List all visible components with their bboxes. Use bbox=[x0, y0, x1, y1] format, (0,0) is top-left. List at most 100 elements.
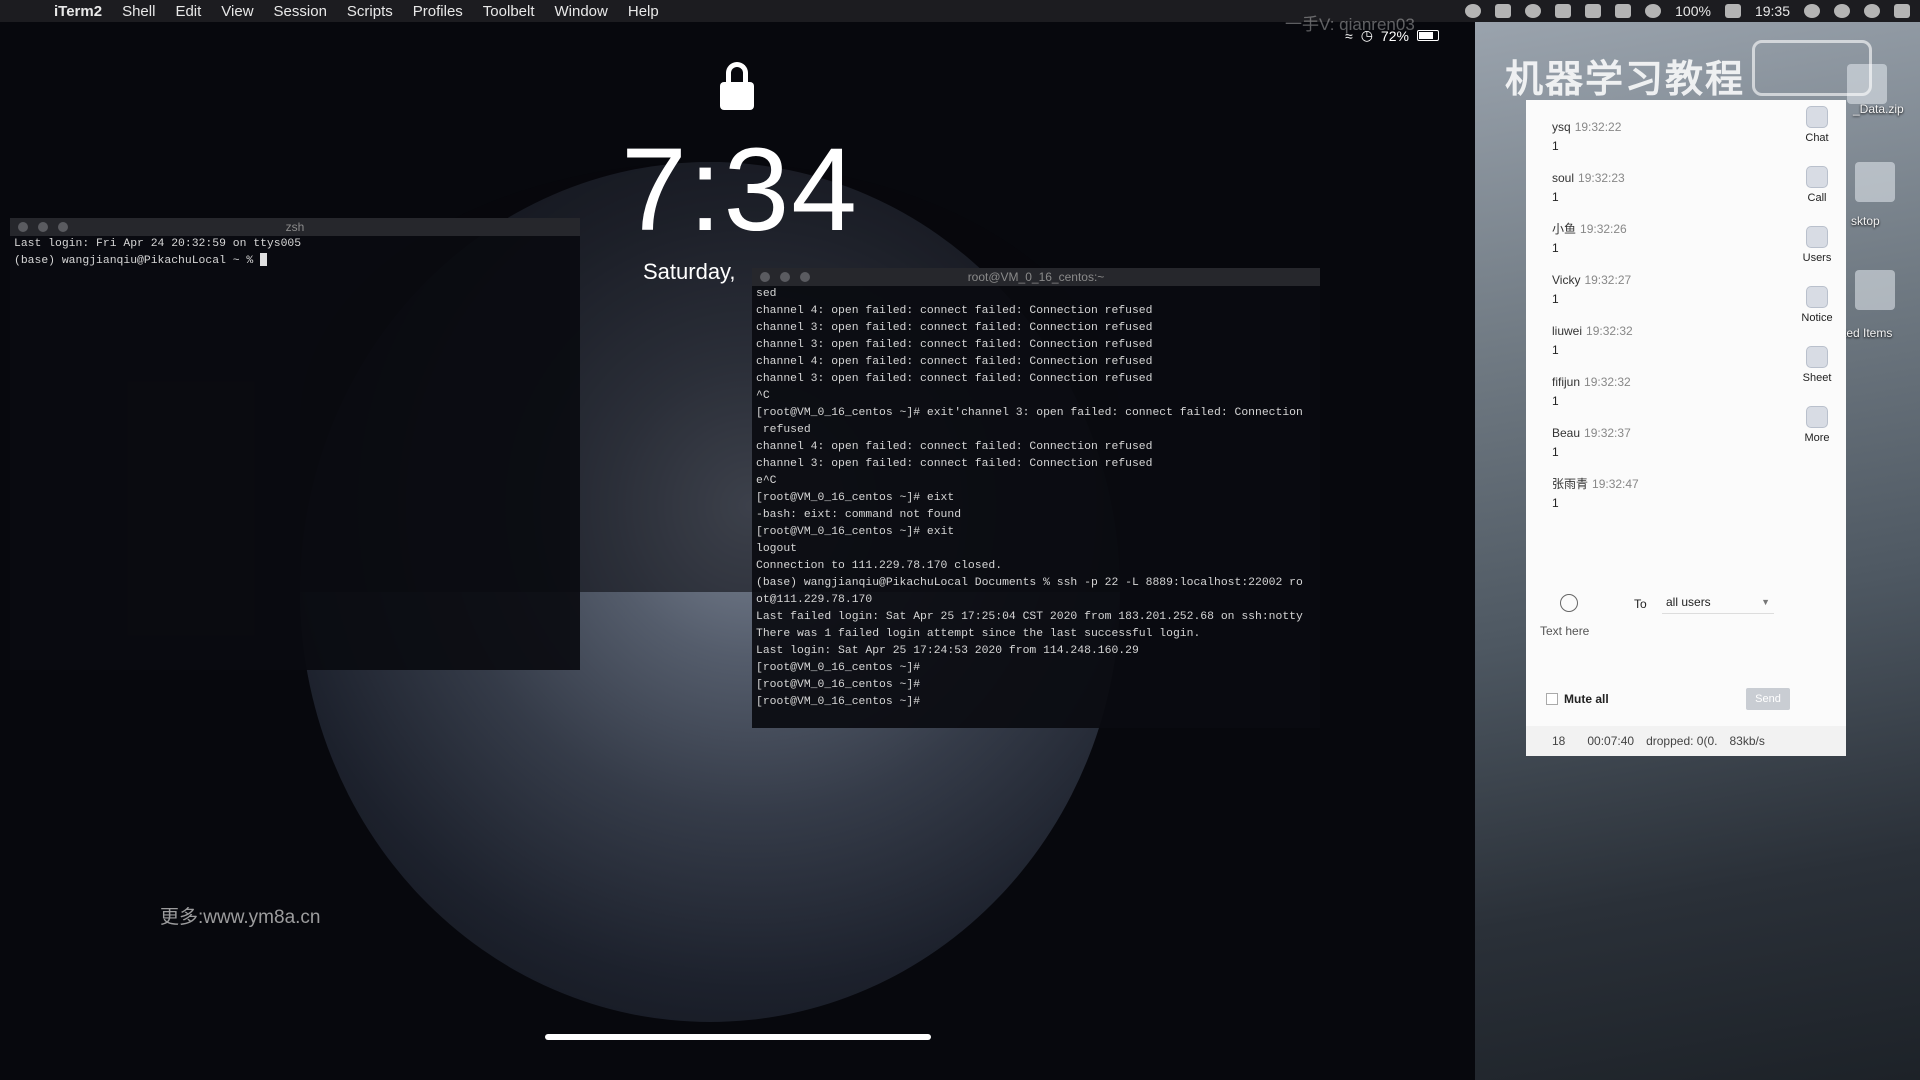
terminal-output[interactable]: sed channel 4: open failed: connect faile… bbox=[752, 286, 1320, 711]
stats-bar: 18 00:07:40 dropped: 0(0. 83kb/s bbox=[1526, 726, 1846, 756]
users-tab-button[interactable]: Users bbox=[1788, 220, 1846, 280]
window-controls bbox=[760, 272, 810, 282]
bandwidth: 83kb/s bbox=[1729, 734, 1765, 748]
close-button[interactable] bbox=[18, 222, 28, 232]
terminal-window-ssh[interactable]: root@VM_0_16_centos:~ sed channel 4: open… bbox=[752, 268, 1320, 728]
recipient-value: all users bbox=[1666, 595, 1711, 609]
prompt-text: (base) wangjianqiu@PikachuLocal ~ % bbox=[14, 255, 261, 267]
terminal-line: (base) wangjianqiu@PikachuLocal Document… bbox=[756, 577, 1303, 589]
bilibili-logo bbox=[1752, 40, 1872, 96]
desktop-file-label[interactable]: _Data.zip bbox=[1853, 102, 1904, 116]
terminal-line: ^C bbox=[756, 390, 770, 402]
phone-icon bbox=[1806, 166, 1828, 188]
menu-shell[interactable]: Shell bbox=[122, 3, 155, 20]
terminal-prompt[interactable]: (base) wangjianqiu@PikachuLocal ~ % bbox=[10, 253, 580, 270]
send-button[interactable]: Send bbox=[1746, 688, 1790, 710]
terminal-line: [root@VM_0_16_centos ~]# exit'channel 3:… bbox=[756, 407, 1303, 419]
chat-message-header: ysq 19:32:22 bbox=[1552, 118, 1772, 136]
chat-text: 1 bbox=[1552, 343, 1559, 357]
chat-tab-button[interactable]: Chat bbox=[1788, 100, 1846, 160]
menu-window[interactable]: Window bbox=[555, 3, 608, 20]
menu-toolbelt[interactable]: Toolbelt bbox=[483, 3, 535, 20]
chat-message: liuwei 19:32:32 1 bbox=[1552, 322, 1772, 373]
folder-icon[interactable] bbox=[1855, 270, 1895, 310]
notice-icon bbox=[1806, 286, 1828, 308]
minimize-button[interactable] bbox=[780, 272, 790, 282]
user-icon[interactable] bbox=[1804, 4, 1820, 18]
input-source-icon[interactable] bbox=[1615, 4, 1632, 18]
terminal-title: zsh bbox=[285, 220, 305, 234]
search-icon[interactable] bbox=[1834, 4, 1850, 18]
recipient-select[interactable]: all users ▼ bbox=[1662, 592, 1774, 614]
chat-timestamp: 19:32:23 bbox=[1578, 171, 1625, 185]
chat-tab-label: Chat bbox=[1805, 132, 1829, 144]
emoji-icon[interactable] bbox=[1560, 594, 1578, 612]
mute-all-checkbox[interactable] bbox=[1546, 693, 1558, 705]
terminal-line: channel 4: open failed: connect failed: … bbox=[756, 356, 1153, 368]
bluetooth-icon[interactable] bbox=[1645, 4, 1662, 18]
mute-all-label[interactable]: Mute all bbox=[1564, 692, 1609, 706]
sheet-tab-button[interactable]: Sheet bbox=[1788, 340, 1846, 400]
mute-row: Mute all Send bbox=[1546, 688, 1826, 712]
chat-message: 张雨青 19:32:47 1 bbox=[1552, 475, 1772, 526]
lock-date: Saturday, bbox=[643, 259, 736, 284]
elapsed-time: 00:07:40 bbox=[1587, 734, 1635, 748]
terminal-window-zsh[interactable]: zsh Last login: Fri Apr 24 20:32:59 on t… bbox=[10, 218, 580, 670]
desktop-items-label[interactable]: ted Items bbox=[1843, 326, 1892, 340]
chat-message-list[interactable]: ysq 19:32:22 1 soul 19:32:23 1 小鱼 19:32:26 1 Vick… bbox=[1552, 118, 1772, 526]
clock[interactable]: 19:35 bbox=[1755, 3, 1790, 19]
airplay-icon[interactable] bbox=[1585, 4, 1602, 18]
terminal-line: Last login: Fri Apr 24 20:32:59 on ttys0… bbox=[14, 238, 302, 250]
menu-view[interactable]: View bbox=[221, 3, 253, 20]
battery-icon[interactable] bbox=[1724, 4, 1741, 18]
chat-message: Beau 19:32:37 1 bbox=[1552, 424, 1772, 475]
chat-timestamp: 19:32:22 bbox=[1574, 120, 1622, 134]
chat-timestamp: 19:32:32 bbox=[1584, 375, 1631, 389]
chat-icon bbox=[1806, 106, 1828, 128]
chat-panel: ysq 19:32:22 1 soul 19:32:23 1 小鱼 19:32:26 1 Vick… bbox=[1526, 100, 1846, 756]
menu-scripts[interactable]: Scripts bbox=[347, 3, 393, 20]
chat-message-header: Beau 19:32:37 bbox=[1552, 424, 1772, 442]
more-tab-label: More bbox=[1804, 432, 1830, 444]
menu-app-name[interactable]: iTerm2 bbox=[54, 3, 102, 20]
users-icon bbox=[1806, 226, 1828, 248]
terminal-titlebar[interactable]: zsh bbox=[10, 218, 580, 236]
chat-message: soul 19:32:23 1 bbox=[1552, 169, 1772, 220]
menu-help[interactable]: Help bbox=[628, 3, 659, 20]
dropped-frames: dropped: 0(0. bbox=[1646, 734, 1718, 748]
call-tab-button[interactable]: Call bbox=[1788, 160, 1846, 220]
chat-timestamp: 19:32:37 bbox=[1584, 426, 1631, 440]
home-indicator[interactable] bbox=[545, 1034, 931, 1040]
more-tab-button[interactable]: More bbox=[1788, 400, 1846, 460]
shield-icon[interactable] bbox=[1495, 4, 1512, 18]
terminal-line: [root@VM_0_16_centos ~]# eixt bbox=[756, 492, 955, 504]
menu-session[interactable]: Session bbox=[274, 3, 327, 20]
participant-count: 18 bbox=[1552, 734, 1566, 748]
terminal-line: [root@VM_0_16_centos ~]# bbox=[756, 696, 921, 708]
close-button[interactable] bbox=[760, 272, 770, 282]
terminal-line: logout bbox=[756, 543, 798, 555]
terminal-titlebar[interactable]: root@VM_0_16_centos:~ bbox=[752, 268, 1320, 286]
desktop-folder-label[interactable]: sktop bbox=[1851, 214, 1880, 228]
notification-center-icon[interactable] bbox=[1894, 4, 1910, 18]
chat-input[interactable]: Text here bbox=[1540, 624, 1589, 638]
menu-profiles[interactable]: Profiles bbox=[413, 3, 463, 20]
terminal-line: channel 4: open failed: connect failed: … bbox=[756, 305, 1153, 317]
minimize-button[interactable] bbox=[38, 222, 48, 232]
notice-tab-button[interactable]: Notice bbox=[1788, 280, 1846, 340]
status-area: 100% 19:35 bbox=[1465, 0, 1910, 22]
chat-timestamp: 19:32:26 bbox=[1580, 222, 1627, 236]
zoom-button[interactable] bbox=[800, 272, 810, 282]
chat-timestamp: 19:32:32 bbox=[1586, 324, 1633, 338]
menu-edit[interactable]: Edit bbox=[175, 3, 201, 20]
volume-icon[interactable] bbox=[1555, 4, 1572, 18]
folder-icon[interactable] bbox=[1855, 162, 1895, 202]
menu-bar: iTerm2 Shell Edit View Session Scripts P… bbox=[0, 0, 1920, 22]
zoom-button[interactable] bbox=[58, 222, 68, 232]
siri-icon[interactable] bbox=[1864, 4, 1880, 18]
chat-message-header: 张雨青 19:32:47 bbox=[1552, 475, 1772, 493]
terminal-line: Connection to 111.229.78.170 closed. bbox=[756, 560, 1003, 572]
zoom-status-icon[interactable] bbox=[1465, 4, 1482, 18]
battery-percent[interactable]: 100% bbox=[1675, 3, 1711, 19]
wechat-icon[interactable] bbox=[1525, 4, 1542, 18]
